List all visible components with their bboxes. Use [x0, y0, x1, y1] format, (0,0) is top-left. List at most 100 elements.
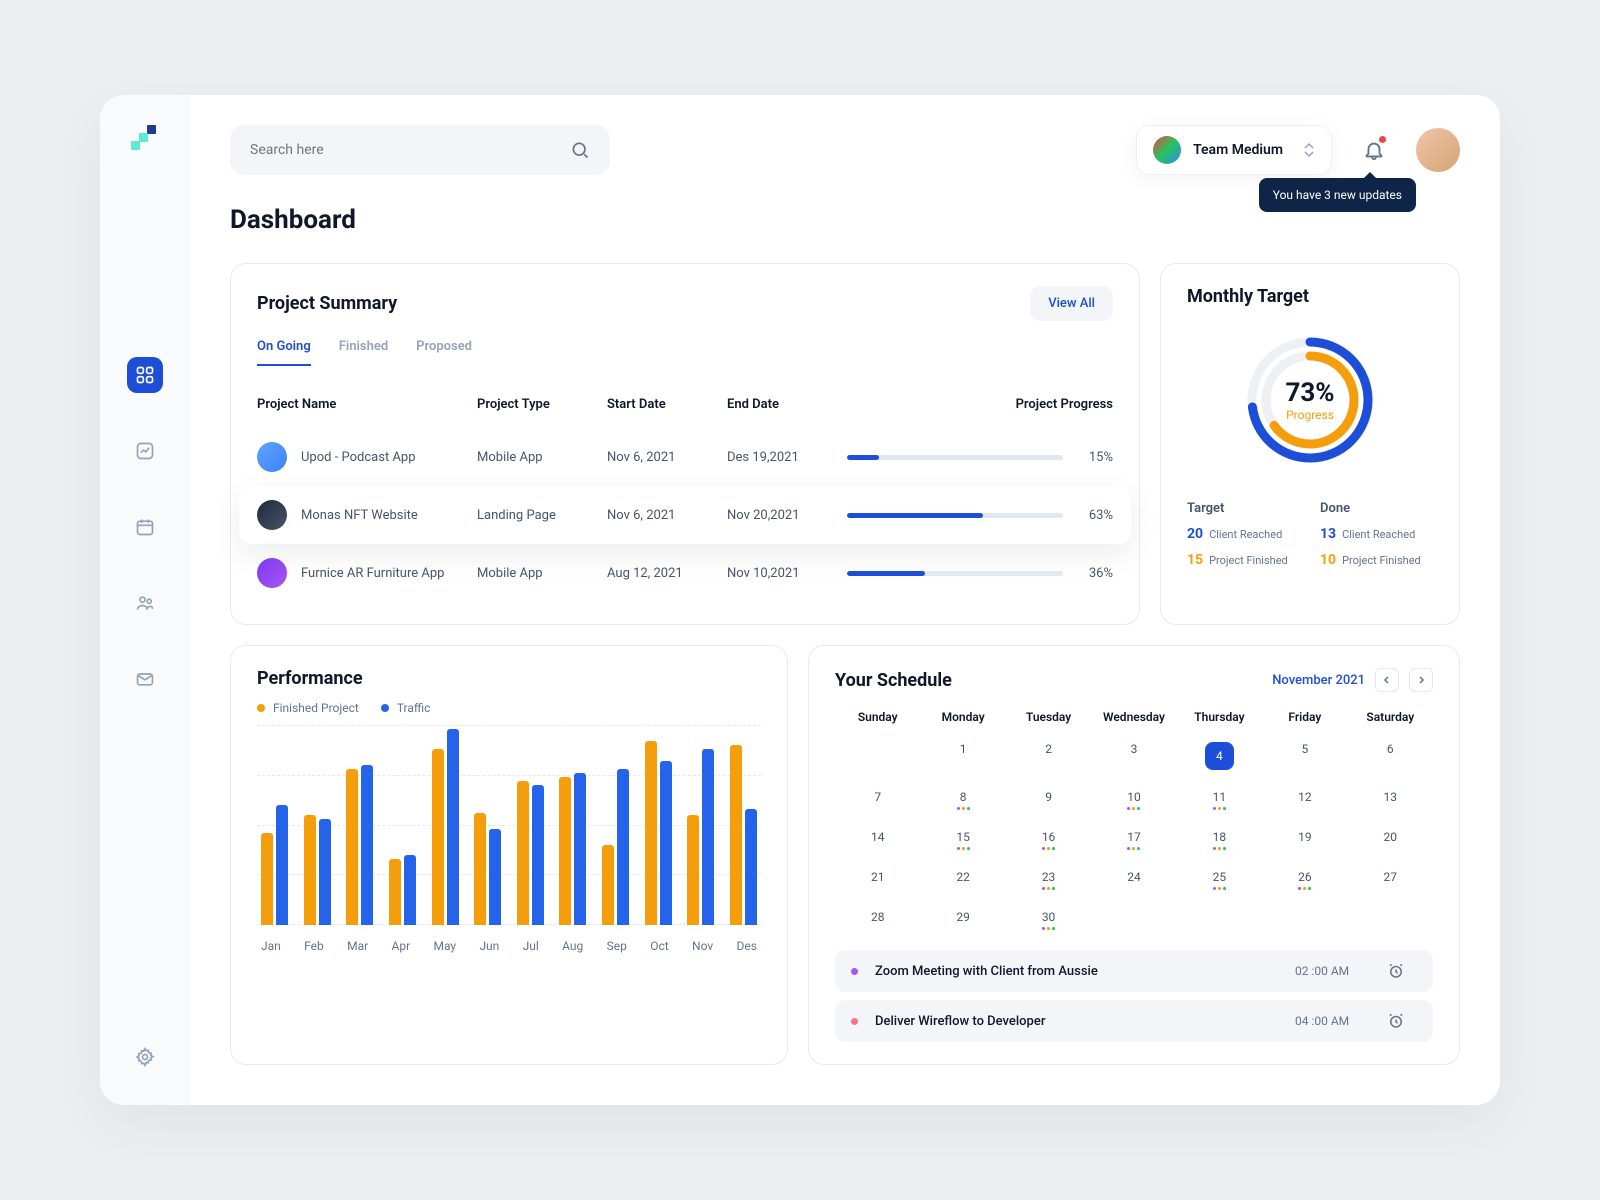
- project-type: Mobile App: [477, 566, 607, 581]
- calendar-day[interactable]: 18: [1177, 824, 1262, 856]
- nav-settings[interactable]: [127, 1039, 163, 1075]
- calendar-day[interactable]: 17: [1091, 824, 1176, 856]
- schedule-event[interactable]: Zoom Meeting with Client from Aussie 02 …: [835, 950, 1433, 992]
- grid-icon: [135, 365, 155, 385]
- calendar-day[interactable]: 21: [835, 864, 920, 896]
- done-head: Done: [1320, 501, 1433, 516]
- calendar-day[interactable]: 15: [920, 824, 1005, 856]
- tab-finished[interactable]: Finished: [339, 339, 388, 366]
- calendar-day[interactable]: 25: [1177, 864, 1262, 896]
- calendar-day[interactable]: 4: [1177, 736, 1262, 776]
- project-tabs: On Going Finished Proposed: [257, 339, 1113, 367]
- calendar-day[interactable]: 12: [1262, 784, 1347, 816]
- clock-icon: [1387, 1012, 1405, 1030]
- tab-proposed[interactable]: Proposed: [416, 339, 472, 366]
- tab-ongoing[interactable]: On Going: [257, 339, 311, 366]
- calendar-day[interactable]: 22: [920, 864, 1005, 896]
- calendar-day[interactable]: 30: [1006, 904, 1091, 936]
- calendar-day[interactable]: 8: [920, 784, 1005, 816]
- project-name: Furnice AR Furniture App: [301, 566, 444, 581]
- table-row[interactable]: Upod - Podcast App Mobile App Nov 6, 202…: [257, 428, 1113, 486]
- calendar-day[interactable]: 6: [1348, 736, 1433, 776]
- calendar-day[interactable]: 20: [1348, 824, 1433, 856]
- calendar-day[interactable]: 23: [1006, 864, 1091, 896]
- monthly-target-card: Monthly Target 73% Progress Ta: [1160, 263, 1460, 625]
- legend-traffic: Traffic: [381, 701, 431, 715]
- event-dot-icon: [851, 1018, 858, 1025]
- progress-percent: 15%: [1077, 450, 1113, 465]
- calendar-day[interactable]: 7: [835, 784, 920, 816]
- target-head: Target: [1187, 501, 1300, 516]
- team-chevrons: [1303, 142, 1315, 158]
- calendar-day[interactable]: 9: [1006, 784, 1091, 816]
- search-input[interactable]: [250, 142, 570, 158]
- search-icon: [570, 140, 590, 160]
- event-time: 04 :00 AM: [1295, 1014, 1375, 1028]
- search-box[interactable]: [230, 125, 610, 175]
- project-start: Nov 6, 2021: [607, 450, 727, 465]
- col-progress: Project Progress: [847, 397, 1113, 412]
- schedule-card: Your Schedule November 2021 SundayMonday…: [808, 645, 1460, 1065]
- progress-label: Progress: [1285, 408, 1334, 422]
- col-start: Start Date: [607, 397, 727, 412]
- topbar: Team Medium You have 3 new updates: [230, 125, 1460, 175]
- notification-button[interactable]: [1352, 128, 1396, 172]
- user-avatar[interactable]: [1416, 128, 1460, 172]
- progress-percent: 63%: [1077, 508, 1113, 523]
- calendar-day[interactable]: 14: [835, 824, 920, 856]
- progress-bar: [847, 513, 1063, 518]
- calendar-day[interactable]: 10: [1091, 784, 1176, 816]
- calendar-day[interactable]: 2: [1006, 736, 1091, 776]
- calendar-day[interactable]: 16: [1006, 824, 1091, 856]
- nav-calendar[interactable]: [127, 509, 163, 545]
- project-summary-card: Project Summary View All On Going Finish…: [230, 263, 1140, 625]
- performance-card: Performance Finished Project Traffic Jan…: [230, 645, 788, 1065]
- calendar-day[interactable]: 28: [835, 904, 920, 936]
- notification-badge: [1379, 136, 1386, 143]
- project-name: Upod - Podcast App: [301, 450, 416, 465]
- project-avatar: [257, 558, 287, 588]
- team-selector[interactable]: Team Medium: [1136, 125, 1332, 175]
- calendar-day[interactable]: 26: [1262, 864, 1347, 896]
- table-row[interactable]: Monas NFT Website Landing Page Nov 6, 20…: [239, 486, 1131, 544]
- calendar-day[interactable]: 3: [1091, 736, 1176, 776]
- calendar-day[interactable]: 24: [1091, 864, 1176, 896]
- col-end: End Date: [727, 397, 847, 412]
- nav-analytics[interactable]: [127, 433, 163, 469]
- chevron-right-icon: [1416, 675, 1426, 685]
- main-content: Team Medium You have 3 new updates Dashb…: [190, 95, 1500, 1105]
- project-table-head: Project Name Project Type Start Date End…: [257, 389, 1113, 428]
- table-row[interactable]: Furnice AR Furniture App Mobile App Aug …: [257, 544, 1113, 602]
- prev-month-button[interactable]: [1375, 668, 1399, 692]
- nav-messages[interactable]: [127, 661, 163, 697]
- calendar-day[interactable]: 1: [920, 736, 1005, 776]
- performance-title: Performance: [257, 668, 761, 689]
- calendar-day[interactable]: 5: [1262, 736, 1347, 776]
- calendar-icon: [135, 517, 155, 537]
- calendar-day[interactable]: 29: [920, 904, 1005, 936]
- calendar-day[interactable]: 13: [1348, 784, 1433, 816]
- clock-icon: [1387, 962, 1405, 980]
- col-type: Project Type: [477, 397, 607, 412]
- event-title: Zoom Meeting with Client from Aussie: [875, 964, 1283, 979]
- users-icon: [135, 593, 155, 613]
- nav-dashboard[interactable]: [127, 357, 163, 393]
- next-month-button[interactable]: [1409, 668, 1433, 692]
- view-all-button[interactable]: View All: [1030, 286, 1113, 321]
- project-type: Mobile App: [477, 450, 607, 465]
- app: Team Medium You have 3 new updates Dashb…: [100, 95, 1500, 1105]
- project-type: Landing Page: [477, 508, 607, 523]
- sidebar: [100, 95, 190, 1105]
- progress-donut: 73% Progress: [1187, 325, 1433, 475]
- calendar-day[interactable]: 11: [1177, 784, 1262, 816]
- nav-team[interactable]: [127, 585, 163, 621]
- calendar-day[interactable]: 27: [1348, 864, 1433, 896]
- calendar-day[interactable]: 19: [1262, 824, 1347, 856]
- project-name: Monas NFT Website: [301, 508, 418, 523]
- event-dot-icon: [851, 968, 858, 975]
- schedule-event[interactable]: Deliver Wireflow to Developer 04 :00 AM: [835, 1000, 1433, 1042]
- progress-percent: 73%: [1285, 378, 1334, 408]
- chevron-down-icon: [1303, 150, 1315, 158]
- progress-bar: [847, 571, 1063, 576]
- logo: [131, 125, 159, 157]
